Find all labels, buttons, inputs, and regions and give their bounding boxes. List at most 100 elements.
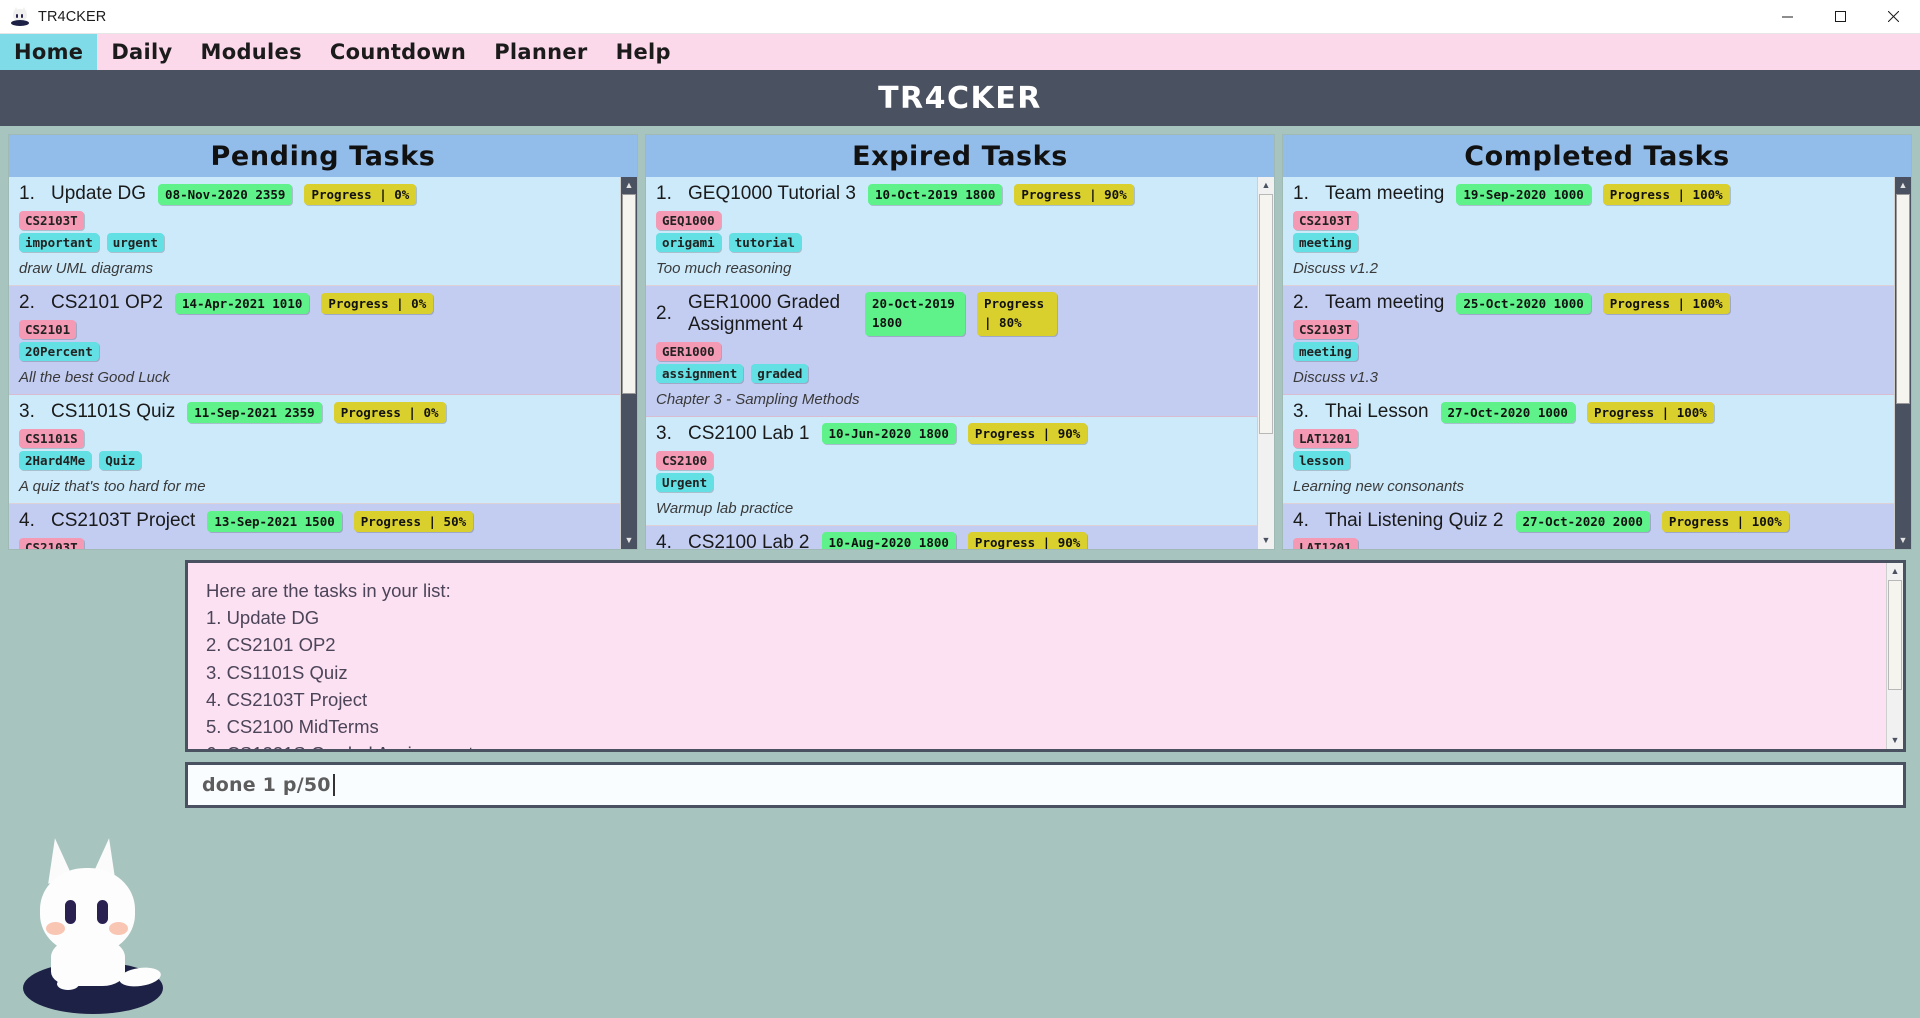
module-tag: GEQ1000 <box>656 211 721 230</box>
window-titlebar: TR4CKER <box>0 0 1920 34</box>
task-header-row: 4. Thai Listening Quiz 2 27-Oct-2020 200… <box>1293 510 1884 532</box>
task-row[interactable]: 2. GER1000 Graded Assignment 4 20-Oct-20… <box>646 286 1257 417</box>
menu-item-home[interactable]: Home <box>0 34 98 70</box>
label-tag: meeting <box>1293 233 1358 252</box>
scrollbar-track[interactable] <box>1887 580 1903 732</box>
scrollbar-completed[interactable]: ▲ ▼ <box>1894 177 1911 549</box>
task-row[interactable]: 4. Thai Listening Quiz 2 27-Oct-2020 200… <box>1283 504 1894 549</box>
module-tag: LAT1201 <box>1293 429 1358 448</box>
scrollbar-track[interactable] <box>1895 194 1911 532</box>
task-description: Learning new consonants <box>1293 478 1464 495</box>
lower-panel: Here are the tasks in your list: 1. Upda… <box>0 550 1920 1018</box>
task-progress-badge: Progress | 50% <box>353 510 474 532</box>
scrollbar-thumb[interactable] <box>1259 194 1273 434</box>
task-header-row: 2. GER1000 Graded Assignment 4 20-Oct-20… <box>656 292 1247 336</box>
close-icon[interactable] <box>1867 0 1920 34</box>
task-module-tags: CS2101 <box>19 320 610 339</box>
task-progress-badge: Progress | 100% <box>1602 183 1730 205</box>
task-index: 3. <box>1293 401 1309 422</box>
module-tag: CS1101S <box>19 429 84 448</box>
label-tag: assignment <box>656 363 744 383</box>
minimize-icon[interactable] <box>1761 0 1814 34</box>
task-deadline-badge: 20-Oct-2019 1800 <box>865 292 965 336</box>
column-header-completed: Completed Tasks <box>1283 135 1911 177</box>
mascot-pane <box>0 560 185 1018</box>
module-tag: CS2100 <box>656 450 714 470</box>
scrollbar-result[interactable]: ▲ ▼ <box>1886 563 1903 749</box>
scrollbar-thumb[interactable] <box>1888 580 1902 690</box>
scrollbar-track[interactable] <box>621 194 637 532</box>
task-index: 1. <box>19 183 35 204</box>
task-deadline-badge: 11-Sep-2021 2359 <box>187 401 322 423</box>
task-index: 4. <box>1293 510 1309 531</box>
menu-item-modules[interactable]: Modules <box>187 34 316 70</box>
task-row[interactable]: 3. CS2100 Lab 1 10-Jun-2020 1800 Progres… <box>646 416 1257 526</box>
scrollbar-track[interactable] <box>1258 194 1274 532</box>
scroll-up-icon[interactable]: ▲ <box>1258 177 1274 194</box>
task-deadline-badge: 10-Aug-2020 1800 <box>821 532 956 549</box>
task-label-tags: meeting <box>1293 342 1884 361</box>
task-header-row: 1. Team meeting 19-Sep-2020 1000 Progres… <box>1293 183 1884 205</box>
label-tag: urgent <box>106 233 164 252</box>
scroll-down-icon[interactable]: ▼ <box>1258 532 1274 549</box>
task-header-row: 3. CS2100 Lab 1 10-Jun-2020 1800 Progres… <box>656 423 1247 445</box>
task-label-tags: 20Percent <box>19 342 610 361</box>
task-name: CS2100 Lab 2 <box>688 531 810 549</box>
task-label-tags: assignment graded <box>656 363 1247 383</box>
task-description: A quiz that's too hard for me <box>19 478 206 495</box>
task-progress-badge: Progress | 0% <box>321 292 434 314</box>
task-row[interactable]: 3. Thai Lesson 27-Oct-2020 1000 Progress… <box>1283 395 1894 504</box>
menu-item-planner[interactable]: Planner <box>480 34 601 70</box>
task-module-tags: GEQ1000 <box>656 211 1247 230</box>
column-pending: Pending Tasks 1. Update DG 08-Nov-2020 2… <box>8 134 638 550</box>
task-row[interactable]: 1. GEQ1000 Tutorial 3 10-Oct-2019 1800 P… <box>646 177 1257 286</box>
scroll-down-icon[interactable]: ▼ <box>621 532 637 549</box>
app-header: TR4CKER <box>0 70 1920 126</box>
task-header-row: 4. CS2103T Project 13-Sep-2021 1500 Prog… <box>19 510 610 532</box>
menu-item-help[interactable]: Help <box>602 34 685 70</box>
task-module-tags: CS2103T <box>19 211 610 230</box>
menu-item-countdown[interactable]: Countdown <box>316 34 480 70</box>
task-module-tags: GER1000 <box>656 341 1247 361</box>
task-row[interactable]: 4. CS2100 Lab 2 10-Aug-2020 1800 Progres… <box>646 525 1257 549</box>
column-header-expired: Expired Tasks <box>646 135 1274 177</box>
task-index: 3. <box>656 422 672 444</box>
titlebar-left: TR4CKER <box>0 6 1761 27</box>
module-tag: CS2103T <box>19 211 84 230</box>
maximize-icon[interactable] <box>1814 0 1867 34</box>
task-header-row: 2. CS2101 OP2 14-Apr-2021 1010 Progress … <box>19 292 610 314</box>
scrollbar-expired[interactable]: ▲ ▼ <box>1257 177 1274 549</box>
task-row[interactable]: 3. CS1101S Quiz 11-Sep-2021 2359 Progres… <box>9 395 620 504</box>
task-name: Thai Lesson <box>1325 401 1429 423</box>
column-body-pending: 1. Update DG 08-Nov-2020 2359 Progress |… <box>9 177 637 549</box>
task-row[interactable]: 2. CS2101 OP2 14-Apr-2021 1010 Progress … <box>9 286 620 395</box>
task-header-row: 1. GEQ1000 Tutorial 3 10-Oct-2019 1800 P… <box>656 183 1247 205</box>
task-description: Chapter 3 - Sampling Methods <box>656 390 860 408</box>
task-name: CS2100 Lab 1 <box>688 422 810 444</box>
scroll-up-icon[interactable]: ▲ <box>621 177 637 194</box>
scroll-down-icon[interactable]: ▼ <box>1887 732 1903 749</box>
scrollbar-thumb[interactable] <box>1896 194 1910 404</box>
menu-item-daily[interactable]: Daily <box>97 34 186 70</box>
command-input-value: done 1 p/50 <box>202 774 331 796</box>
scroll-down-icon[interactable]: ▼ <box>1895 532 1911 549</box>
result-text: Here are the tasks in your list: 1. Upda… <box>188 563 1886 749</box>
scroll-up-icon[interactable]: ▲ <box>1895 177 1911 194</box>
task-row[interactable]: 1. Team meeting 19-Sep-2020 1000 Progres… <box>1283 177 1894 286</box>
task-progress-badge: Progress | 80% <box>977 292 1057 336</box>
command-input[interactable]: done 1 p/50 <box>185 762 1906 808</box>
column-title: Pending Tasks <box>210 140 436 172</box>
task-row[interactable]: 1. Update DG 08-Nov-2020 2359 Progress |… <box>9 177 620 286</box>
scrollbar-thumb[interactable] <box>622 194 636 394</box>
task-module-tags: CS2103T <box>1293 320 1884 339</box>
task-deadline-badge: 08-Nov-2020 2359 <box>158 183 293 205</box>
scroll-up-icon[interactable]: ▲ <box>1887 563 1903 580</box>
task-row[interactable]: 4. CS2103T Project 13-Sep-2021 1500 Prog… <box>9 504 620 549</box>
task-label-tags: Urgent <box>656 472 1247 492</box>
task-description: draw UML diagrams <box>19 260 153 277</box>
column-title: Expired Tasks <box>852 140 1068 172</box>
task-module-tags: CS2103T <box>19 538 610 549</box>
scrollbar-pending[interactable]: ▲ ▼ <box>620 177 637 549</box>
task-row[interactable]: 2. Team meeting 25-Oct-2020 1000 Progres… <box>1283 286 1894 395</box>
task-name: CS1101S Quiz <box>51 401 176 423</box>
